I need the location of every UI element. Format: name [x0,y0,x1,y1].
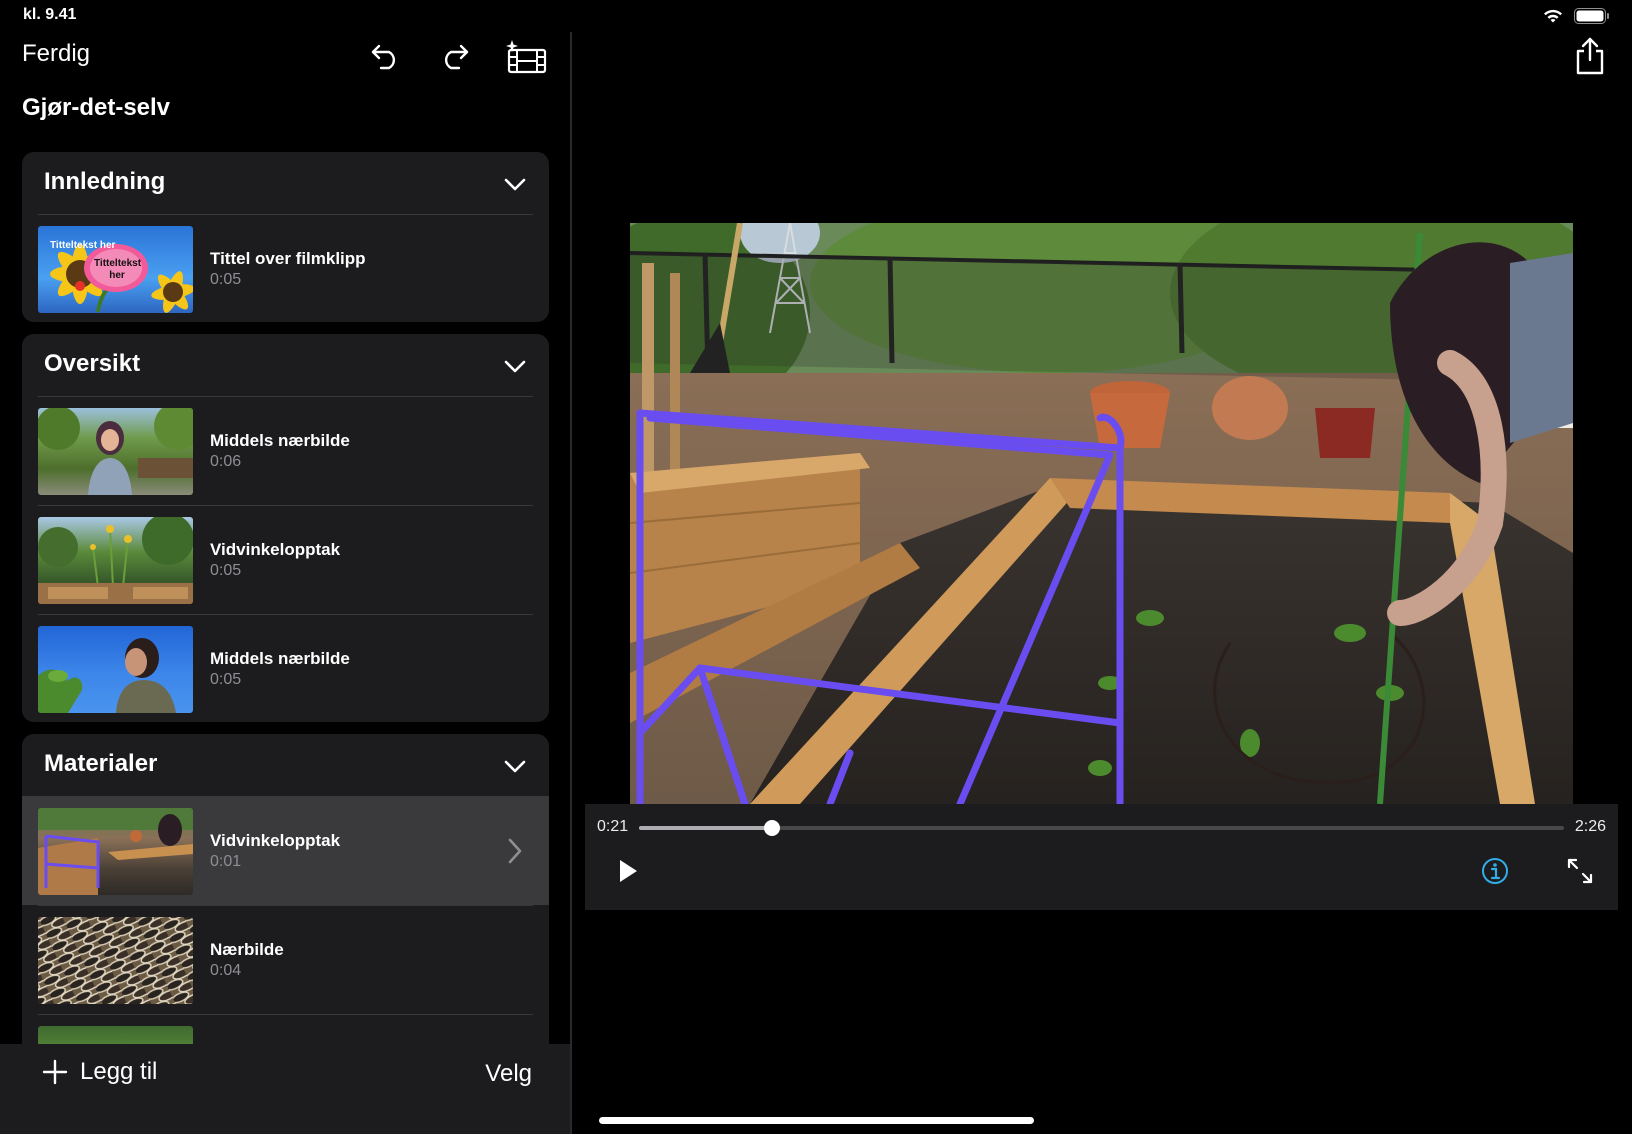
clip-thumbnail [38,808,193,895]
wifi-icon [1544,9,1562,23]
clip-duration: 0:04 [210,962,242,979]
video-preview[interactable] [630,223,1573,804]
chevron-down-icon[interactable] [503,754,527,778]
fullscreen-icon[interactable] [1565,856,1595,886]
clip-item[interactable]: Middels nærbilde 0:05 [38,614,533,722]
clip-thumbnail [38,517,193,604]
battery-icon [1574,8,1609,24]
current-time: 0:21 [597,818,629,835]
section-title: Oversikt [44,350,141,377]
section-intro-header[interactable]: Innledning [22,152,549,214]
clip-name: Middels nærbilde [210,649,350,668]
chevron-right-icon[interactable] [505,835,525,867]
clip-name: Vidvinkelopptak [210,540,341,559]
clip-thumbnail [38,626,193,713]
clip-duration: 0:06 [210,453,242,470]
clip-duration: 0:05 [210,562,242,579]
pane-divider [570,32,572,1134]
section-title: Innledning [44,168,166,195]
section-overview-header[interactable]: Oversikt [22,334,549,396]
clip-name: Vidvinkelopptak [210,831,341,850]
project-sidebar: Ferdig Gjør-det-selv Innledning Tittelte… [0,0,570,1134]
bottom-toolbar: Legg til Velg [0,1044,570,1134]
plus-icon [42,1059,68,1085]
chevron-down-icon[interactable] [503,354,527,378]
player-controls: 0:21 2:26 [585,804,1618,910]
section-materials: Materialer Vidvinkelopptak 0:01 Nærbilde… [22,734,549,1074]
title-clip-thumbnail: Titteltekst her Titteltekst her [38,226,193,313]
total-time: 2:26 [1574,818,1606,835]
section-materials-header[interactable]: Materialer [22,734,549,796]
clip-name: Tittel over filmklipp [210,249,366,268]
clip-duration: 0:01 [210,853,242,870]
clip-duration: 0:05 [210,671,242,688]
home-indicator [599,1117,1034,1124]
share-icon[interactable] [1572,36,1608,76]
done-button[interactable]: Ferdig [22,40,90,68]
add-label: Legg til [80,1058,158,1085]
magic-movie-icon[interactable] [502,36,550,76]
select-button[interactable]: Velg [485,1060,532,1088]
clip-item-selected[interactable]: Vidvinkelopptak 0:01 [22,796,549,905]
clip-thumbnail [38,917,193,1004]
status-icons [1542,8,1610,24]
section-intro: Innledning Titteltekst her Titteltekst h… [22,152,549,322]
undo-icon[interactable] [366,36,406,76]
clip-item[interactable]: Middels nærbilde 0:06 [38,396,533,505]
clip-item[interactable]: Titteltekst her Titteltekst her Tittel o… [38,214,533,322]
section-title: Materialer [44,750,158,777]
section-overview: Oversikt Middels nærbilde 0:06 Vidvinkel… [22,334,549,722]
scrubber[interactable] [639,820,1564,836]
clip-thumbnail [38,408,193,495]
project-title: Gjør-det-selv [22,94,171,121]
play-icon[interactable] [615,856,641,886]
clip-name: Middels nærbilde [210,431,350,450]
clip-item[interactable]: Vidvinkelopptak 0:05 [38,505,533,614]
thumb-bubble-text: Titteltekst her [94,258,142,281]
scrubber-knob[interactable] [764,820,781,836]
add-button[interactable]: Legg til [42,1058,157,1086]
clip-name: Nærbilde [210,940,284,959]
chevron-down-icon[interactable] [503,172,527,196]
clip-item[interactable]: Nærbilde 0:04 [38,905,533,1014]
clip-duration: 0:05 [210,271,242,288]
scrubber-progress [639,826,773,830]
thumb-title-text: Titteltekst her [50,240,116,251]
info-icon[interactable] [1480,856,1510,886]
redo-icon[interactable] [434,36,474,76]
